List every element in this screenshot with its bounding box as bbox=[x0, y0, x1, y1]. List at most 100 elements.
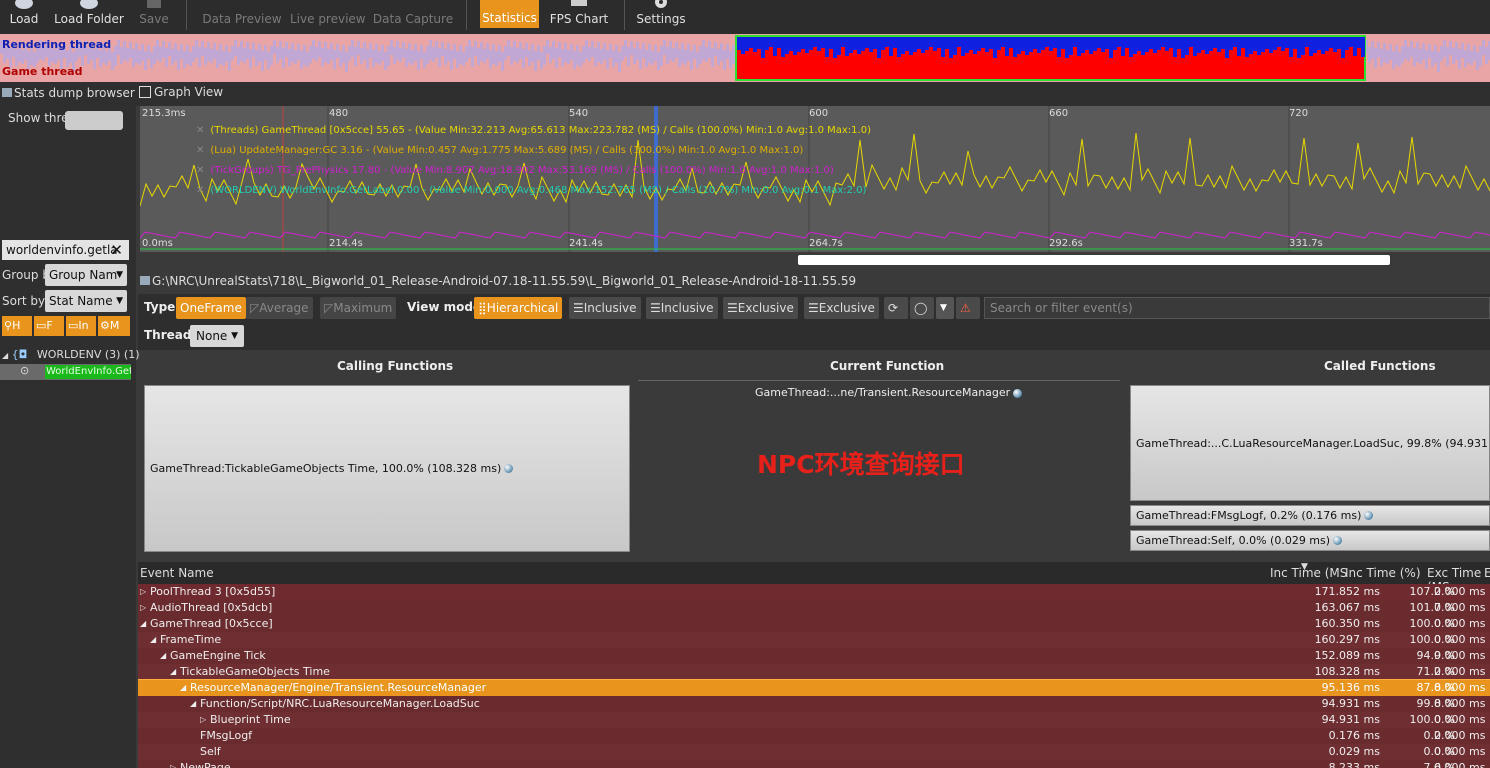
legend-worldenv[interactable]: ✕ (WORLDENV) WorldEnvInfo.GetLabel 0.00 -… bbox=[196, 185, 866, 196]
filter-hierarchical-toggle[interactable]: ⚲H bbox=[2, 316, 32, 336]
thread-overview-strip[interactable]: Rendering thread Game thread bbox=[0, 34, 1490, 82]
strip-bar bbox=[171, 49, 174, 65]
search-input[interactable]: Search or filter event(s) bbox=[984, 297, 1490, 319]
row-inc-time: 0.029 ms bbox=[1328, 745, 1380, 758]
table-row[interactable]: FMsgLogf 0.176 ms 0.2 % 0.000 ms bbox=[138, 728, 1490, 744]
strip-render-bar bbox=[1213, 37, 1217, 48]
load-folder-button[interactable]: Load Folder bbox=[52, 0, 126, 32]
table-row[interactable]: ▷ PoolThread 3 [0x5d55] 171.852 ms 107.2 % 0… bbox=[138, 584, 1490, 600]
called-function-box[interactable]: GameThread:Self, 0.0% (0.029 ms) bbox=[1130, 530, 1490, 551]
strip-bar bbox=[228, 52, 231, 71]
remove-series-icon[interactable]: ✕ bbox=[196, 165, 204, 176]
toggle-button[interactable]: ◯ bbox=[910, 297, 934, 319]
type-maximum-button[interactable]: ◸Maximum bbox=[320, 297, 397, 319]
view-inclusive-button[interactable]: ☰Inclusive bbox=[569, 297, 641, 319]
clear-filters-button[interactable]: ⚠ bbox=[956, 297, 980, 319]
statistics-button[interactable]: Statistics bbox=[480, 0, 539, 28]
settings-button[interactable]: Settings bbox=[636, 0, 686, 32]
filter-in-toggle[interactable]: ▭In bbox=[66, 316, 96, 336]
graph-view[interactable]: 215.3ms 480 540 600 660 720 0.0ms 214.4s… bbox=[140, 106, 1490, 252]
expand-arrow-icon[interactable]: ◢ bbox=[180, 680, 186, 696]
options-dropdown[interactable]: ▼ bbox=[936, 297, 954, 319]
clear-filter-icon[interactable]: ✕ bbox=[110, 240, 123, 260]
col-event-name[interactable]: Event Name bbox=[140, 566, 214, 580]
group-by-dropdown[interactable]: Group Nam ▼ bbox=[45, 264, 127, 286]
filter-m-toggle[interactable]: ⚙M bbox=[98, 316, 130, 336]
calling-function-box[interactable]: GameThread:TickableGameObjects Time, 100… bbox=[144, 385, 630, 552]
strip-render-bar bbox=[1261, 37, 1265, 52]
expand-arrow-icon[interactable]: ▷ bbox=[140, 600, 146, 616]
refresh-button[interactable]: ⟳ bbox=[884, 297, 908, 319]
strip-render-bar bbox=[789, 37, 793, 51]
table-row[interactable]: ▷ Blueprint Time 94.931 ms 100.0 % 0.000 ms bbox=[138, 712, 1490, 728]
table-row[interactable]: Self 0.029 ms 0.0 % 0.000 ms bbox=[138, 744, 1490, 760]
expand-arrow-icon[interactable]: ▷ bbox=[200, 712, 206, 728]
expand-arrow-icon[interactable]: ◢ bbox=[190, 696, 196, 712]
thread-dropdown[interactable]: None ▼ bbox=[190, 325, 244, 347]
filter-f-toggle[interactable]: ▭F bbox=[34, 316, 64, 336]
view-exclusive-button[interactable]: ☰Exclusive bbox=[723, 297, 798, 319]
table-row[interactable]: ◢ FrameTime 160.297 ms 100.0 % 0.000 ms bbox=[138, 632, 1490, 648]
strip-bar bbox=[1389, 44, 1392, 60]
col-extra[interactable]: E bbox=[1484, 566, 1490, 580]
legend-lua-gc[interactable]: ✕ (Lua) UpdateManager:GC 3.16 - (Value Mi… bbox=[196, 145, 803, 156]
data-capture-button[interactable]: Data Capture bbox=[372, 0, 454, 32]
remove-series-icon[interactable]: ✕ bbox=[196, 185, 204, 196]
expand-arrow-icon[interactable]: ◢ bbox=[170, 664, 176, 680]
type-average-button[interactable]: ◸Average bbox=[246, 297, 313, 319]
save-button[interactable]: Save bbox=[136, 0, 172, 32]
table-row[interactable]: ◢ ResourceManager/Engine/Transient.Resour… bbox=[138, 679, 1490, 697]
strip-render-bar bbox=[1245, 37, 1249, 57]
table-row[interactable]: ▷ AudioThread [0x5dcb] 163.067 ms 101.7 % 0.… bbox=[138, 600, 1490, 616]
strip-render-bar bbox=[1165, 37, 1169, 51]
fps-chart-button[interactable]: FPS Chart bbox=[546, 0, 612, 32]
view-exclusive-average-button[interactable]: ☰Exclusive bbox=[804, 297, 879, 319]
show-threads-toggle[interactable] bbox=[65, 111, 123, 130]
tick-bottom: 214.4s bbox=[329, 238, 363, 249]
tree-group-worldenv[interactable]: ◢ {◘ WORLDENV (3) (1) bbox=[2, 348, 140, 361]
graph-scrollbar[interactable] bbox=[798, 255, 1390, 265]
live-preview-button[interactable]: Live preview bbox=[290, 0, 366, 32]
chevron-down-icon: ▼ bbox=[116, 270, 123, 280]
expand-arrow-icon[interactable]: ◢ bbox=[160, 648, 166, 664]
data-preview-button[interactable]: Data Preview bbox=[202, 0, 282, 32]
col-inc-time-ms[interactable]: Inc Time (MS bbox=[1270, 566, 1347, 580]
remove-series-icon[interactable]: ✕ bbox=[196, 125, 204, 136]
table-row[interactable]: ◢ Function/Script/NRC.LuaResourceManager.… bbox=[138, 696, 1490, 712]
col-inc-time-pct[interactable]: Inc Time (%) bbox=[1345, 566, 1421, 580]
table-row[interactable]: ◢ GameThread [0x5cce] 160.350 ms 100.0 % 0.0… bbox=[138, 616, 1490, 632]
legend-tg-prephysics[interactable]: ✕ (TickGroups) TG_PrePhysics 17.80 - (Val… bbox=[196, 165, 834, 176]
expand-arrow-icon[interactable]: ◢ bbox=[140, 616, 146, 632]
called-function-box[interactable]: GameThread:...C.LuaResourceManager.LoadS… bbox=[1130, 385, 1490, 501]
view-inclusive-average-button[interactable]: ☰Inclusive bbox=[646, 297, 718, 319]
strip-render-bar bbox=[909, 37, 913, 55]
table-row[interactable]: ◢ GameEngine Tick 152.089 ms 94.9 % 0.000 ms bbox=[138, 648, 1490, 664]
strip-bar bbox=[327, 49, 330, 64]
strip-bar bbox=[336, 44, 339, 58]
strip-render-bar bbox=[1313, 37, 1317, 53]
load-button[interactable]: Load bbox=[4, 0, 44, 32]
strip-render-bar bbox=[1181, 37, 1185, 58]
strip-render-bar bbox=[1137, 37, 1141, 51]
strip-render-bar bbox=[917, 37, 921, 49]
strip-render-bar bbox=[1289, 37, 1293, 57]
called-function-box[interactable]: GameThread:FMsgLogf, 0.2% (0.176 ms) bbox=[1130, 505, 1490, 526]
table-row[interactable]: ◢ TickableGameObjects Time 108.328 ms 71.2 … bbox=[138, 664, 1490, 680]
load-folder-icon bbox=[52, 0, 126, 12]
strip-bar bbox=[450, 50, 453, 70]
strip-bar bbox=[360, 48, 363, 64]
tree-item-row[interactable]: ⊙ WorldEnvInfo.Get bbox=[0, 364, 131, 380]
strip-bar bbox=[1470, 51, 1473, 65]
expand-arrow-icon[interactable]: ◢ bbox=[150, 632, 156, 648]
current-function[interactable]: GameThread:...ne/Transient.ResourceManag… bbox=[755, 386, 1023, 399]
legend-gamethread[interactable]: ✕ (Threads) GameThread [0x5cce] 55.65 - (… bbox=[196, 125, 871, 136]
view-hierarchical-button[interactable]: ⣿Hierarchical bbox=[474, 297, 563, 319]
expand-arrow-icon[interactable]: ▷ bbox=[170, 760, 176, 768]
table-row[interactable]: ▷ NewPage 8.233 ms 7.6 % 0.000 ms bbox=[138, 760, 1490, 768]
expand-arrow-icon[interactable]: ▷ bbox=[140, 584, 146, 600]
sort-by-dropdown[interactable]: Stat Name ▼ bbox=[45, 290, 127, 312]
strip-bar bbox=[1398, 52, 1401, 67]
type-oneframe-button[interactable]: OneFrame bbox=[176, 297, 246, 319]
remove-series-icon[interactable]: ✕ bbox=[196, 145, 204, 156]
stat-filter-input[interactable]: worldenvinfo.getla ✕ bbox=[2, 240, 129, 260]
